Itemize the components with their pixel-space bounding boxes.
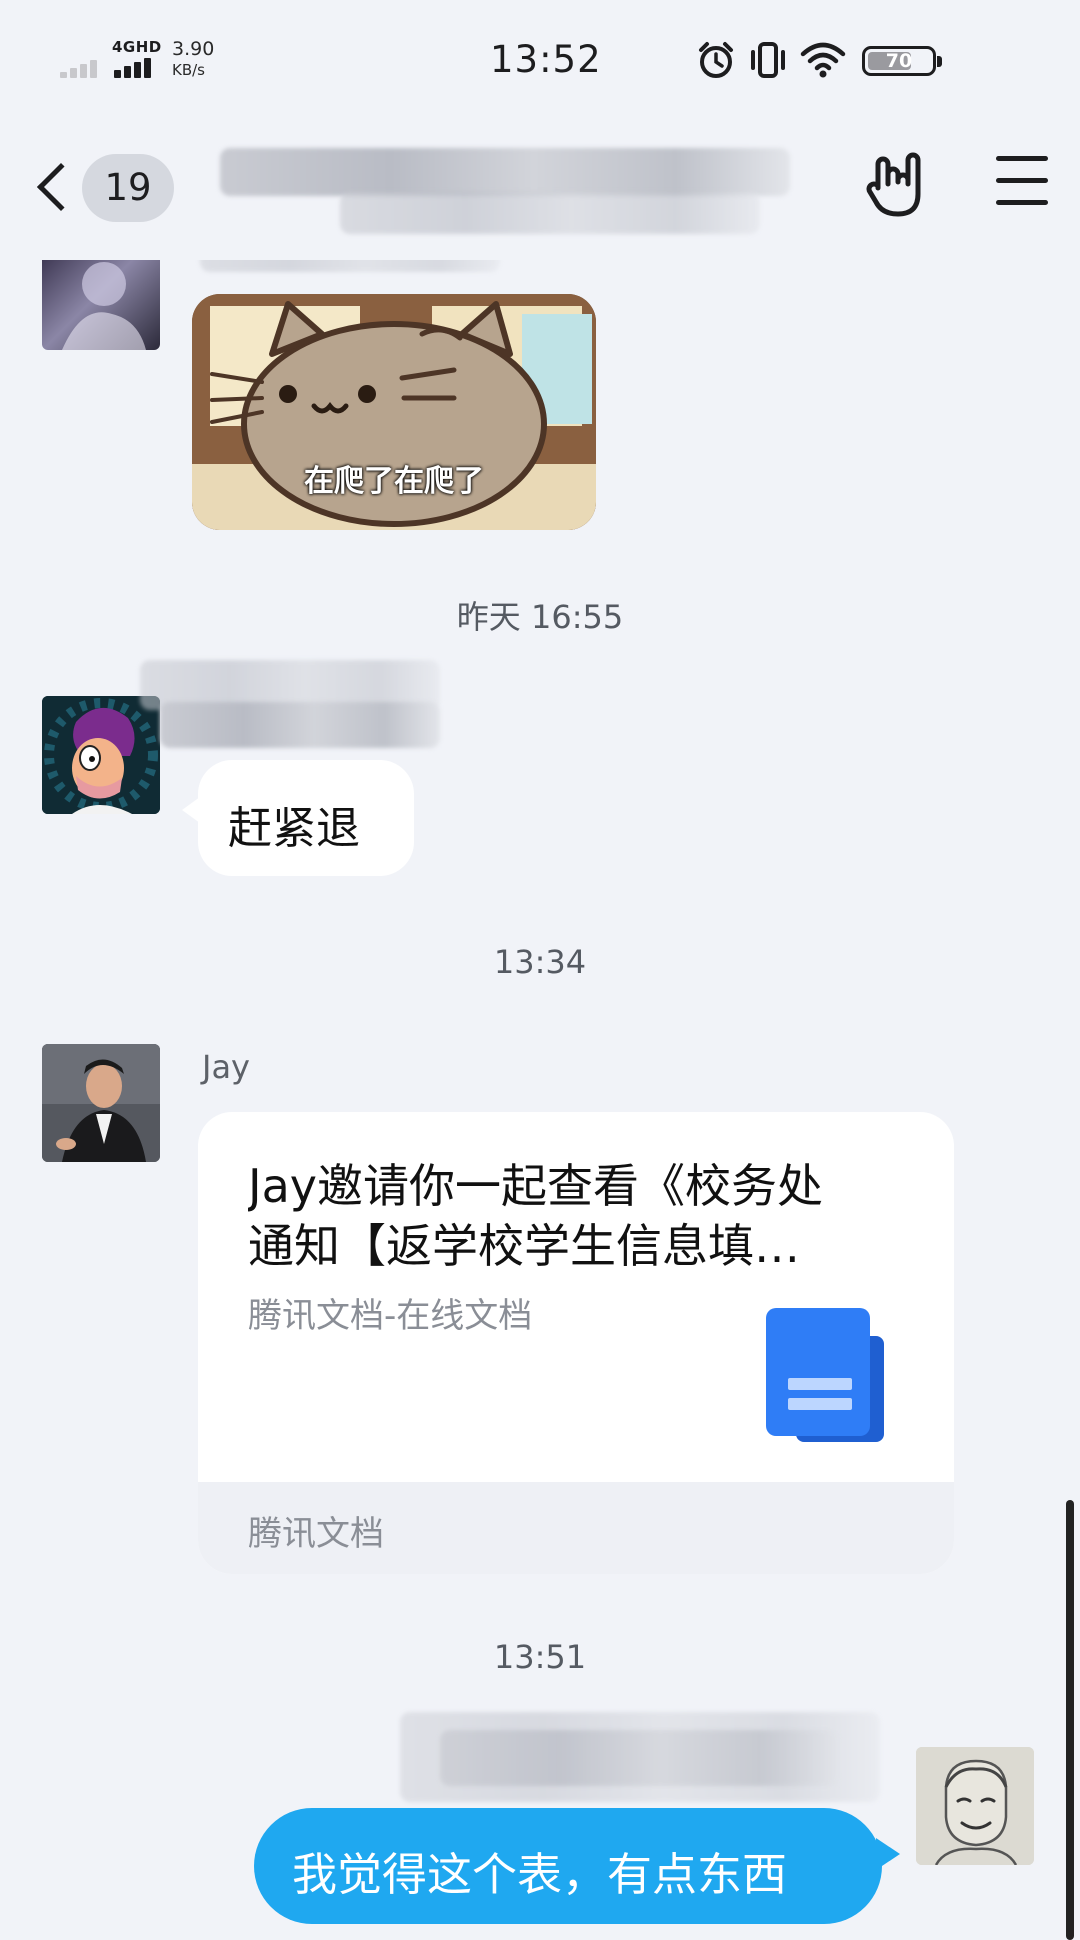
network-type: 4GHD <box>112 38 162 56</box>
message-timestamp: 13:34 <box>493 943 587 981</box>
avatar[interactable] <box>42 1044 160 1162</box>
battery-icon: 70 <box>862 46 942 76</box>
message-bubble[interactable]: 赶紧退 <box>182 760 414 876</box>
tencent-docs-icon <box>766 1308 884 1442</box>
message-text: 我觉得这个表，有点东西 <box>292 1848 788 1901</box>
back-button[interactable]: 19 <box>36 150 176 226</box>
unread-count-badge: 19 <box>82 154 174 222</box>
avatar[interactable] <box>42 260 160 350</box>
wifi-icon <box>800 42 846 78</box>
scrollbar[interactable] <box>1066 1500 1074 1940</box>
sender-name-redacted <box>440 1730 840 1786</box>
alarm-icon <box>699 42 733 78</box>
sender-name: Jay <box>202 1048 250 1086</box>
sticker-caption: 在爬了在爬了 <box>304 464 484 499</box>
status-time: 13:52 <box>490 38 602 81</box>
network-speed: 3.90 <box>172 38 215 60</box>
message-bubble-outgoing[interactable]: 我觉得这个表，有点东西 <box>254 1808 900 1924</box>
battery-level: 70 <box>885 50 913 72</box>
chat-title-redacted[interactable] <box>220 130 850 240</box>
chat-header: 19 <box>0 120 1080 260</box>
doc-footer: 腾讯文档 <box>198 1482 954 1574</box>
network-speed-unit: KB/s <box>172 61 205 79</box>
menu-button[interactable] <box>996 156 1048 206</box>
avatar[interactable] <box>916 1747 1034 1865</box>
doc-subtitle: 腾讯文档-在线文档 <box>248 1296 533 1336</box>
rock-hand-icon[interactable] <box>866 150 930 220</box>
sender-name-redacted <box>160 702 440 748</box>
doc-title: Jay邀请你一起查看《校务处 通知【返学校学生信息填… <box>248 1159 823 1273</box>
doc-source-label: 腾讯文档 <box>248 1514 384 1554</box>
signal-icon <box>114 57 160 78</box>
sticker-image[interactable]: 在爬了在爬了 <box>192 294 596 530</box>
message-timestamp: 13:51 <box>493 1638 587 1676</box>
shared-doc-card[interactable]: Jay邀请你一起查看《校务处 通知【返学校学生信息填… 腾讯文档-在线文档 腾讯… <box>198 1112 954 1574</box>
status-bar: 4GHD 3.90 KB/s 13:52 70 <box>0 0 1080 120</box>
vibrate-icon <box>751 42 785 78</box>
message-text: 赶紧退 <box>228 803 360 854</box>
message-timestamp: 昨天 16:55 <box>456 598 624 636</box>
sender-name-redacted <box>200 260 500 272</box>
avatar[interactable] <box>42 696 160 814</box>
chevron-left-icon <box>36 162 86 212</box>
message-list[interactable]: 在爬了在爬了 昨天 16:55 赶紧退 13:34 Jay Jay邀请你一起查看… <box>0 260 1080 1940</box>
signal-icon <box>60 58 106 78</box>
